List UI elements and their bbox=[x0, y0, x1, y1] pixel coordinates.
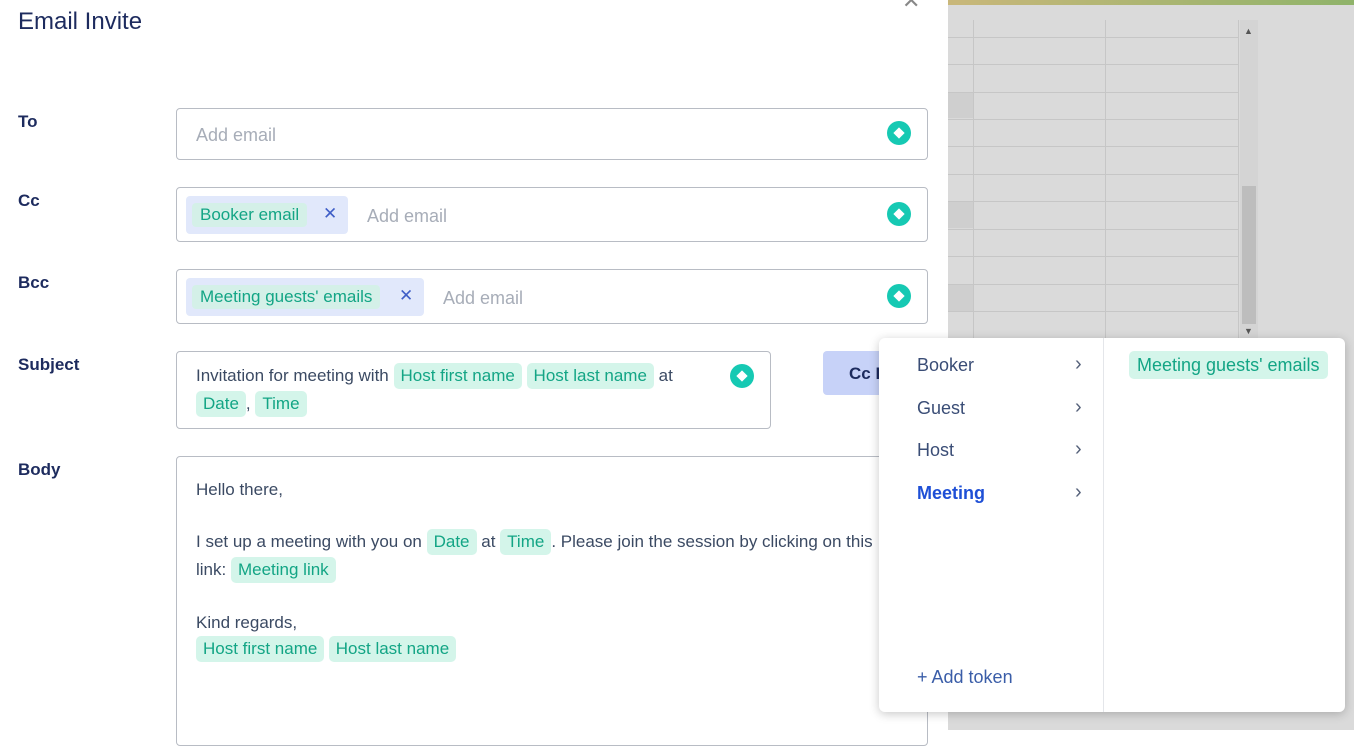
background-grid-line bbox=[948, 174, 1239, 175]
body-token-meeting-link[interactable]: Meeting link bbox=[230, 557, 336, 583]
background-grid-line bbox=[948, 92, 1239, 93]
body-token-time[interactable]: Time bbox=[500, 529, 552, 555]
cc-chip-label: Booker email bbox=[192, 203, 308, 227]
bcc-field[interactable]: Meeting guests' emails ✕ Add email bbox=[176, 269, 928, 324]
background-grid-line bbox=[948, 201, 1239, 202]
chevron-right-icon: › bbox=[1075, 438, 1082, 460]
subject-label: Subject bbox=[18, 355, 80, 374]
body-at: at bbox=[481, 532, 496, 551]
background-grid-line bbox=[948, 64, 1239, 65]
token-category-host[interactable]: Host bbox=[917, 440, 954, 461]
token-menu: Booker › Guest › Host › Meeting › + Add … bbox=[879, 338, 1345, 712]
bcc-placeholder: Add email bbox=[443, 288, 524, 308]
background-grid-line bbox=[948, 256, 1239, 257]
insert-token-icon[interactable] bbox=[887, 121, 911, 145]
background-grid-line bbox=[1238, 20, 1239, 340]
background-grid-line bbox=[948, 119, 1239, 120]
chevron-right-icon: › bbox=[1075, 396, 1082, 418]
background-grid-line bbox=[948, 37, 1239, 38]
body-signature: Host first name Host last name bbox=[196, 636, 457, 662]
body-label: Body bbox=[18, 460, 61, 479]
body-line-prefix: I set up a meeting with you on bbox=[196, 532, 422, 551]
insert-token-icon[interactable] bbox=[730, 364, 754, 388]
insert-token-icon[interactable] bbox=[887, 284, 911, 308]
add-token-button[interactable]: + Add token bbox=[917, 667, 1013, 688]
bcc-chip-label: Meeting guests' emails bbox=[192, 285, 381, 309]
background-grid-line bbox=[948, 146, 1239, 147]
subject-content: Invitation for meeting with Host first n… bbox=[196, 362, 716, 418]
token-category-booker[interactable]: Booker bbox=[917, 355, 974, 376]
body-closing: Kind regards, bbox=[196, 613, 298, 632]
background-grid-line bbox=[948, 284, 1239, 285]
subject-separator: , bbox=[245, 394, 251, 413]
cc-label: Cc bbox=[18, 191, 40, 210]
cc-placeholder: Add email bbox=[367, 206, 448, 226]
background-topbar bbox=[948, 0, 1354, 5]
background-row-shade bbox=[948, 285, 973, 311]
background-grid-line bbox=[973, 20, 974, 340]
body-token-host-first-name[interactable]: Host first name bbox=[196, 636, 325, 662]
subject-token-host-last-name[interactable]: Host last name bbox=[526, 363, 654, 389]
remove-chip-icon[interactable]: ✕ bbox=[399, 286, 413, 306]
to-placeholder: Add email bbox=[196, 125, 277, 145]
subject-token-date[interactable]: Date bbox=[196, 391, 246, 417]
insert-token-icon[interactable] bbox=[887, 202, 911, 226]
body-link-prefix: link: bbox=[196, 560, 227, 579]
to-label: To bbox=[18, 112, 38, 131]
cc-field[interactable]: Booker email ✕ Add email bbox=[176, 187, 928, 242]
email-invite-modal: Email Invite ✕ To Add email Cc Booker em… bbox=[0, 0, 948, 746]
close-icon[interactable]: ✕ bbox=[902, 0, 920, 14]
body-token-date[interactable]: Date bbox=[426, 529, 477, 555]
cc-chip: Booker email ✕ bbox=[186, 196, 348, 234]
body-editor[interactable]: Hello there, I set up a meeting with you… bbox=[176, 456, 928, 746]
background-row-shade bbox=[948, 202, 973, 228]
subject-token-time[interactable]: Time bbox=[255, 391, 307, 417]
background-scrollbar-thumb[interactable] bbox=[1242, 186, 1256, 324]
token-category-meeting[interactable]: Meeting bbox=[917, 483, 985, 504]
body-greeting: Hello there, bbox=[196, 480, 283, 499]
background-grid-line bbox=[948, 229, 1239, 230]
remove-chip-icon[interactable]: ✕ bbox=[323, 204, 337, 224]
modal-title: Email Invite bbox=[18, 8, 143, 35]
scroll-down-arrow-icon[interactable]: ▼ bbox=[1244, 326, 1253, 336]
subject-prefix: Invitation for meeting with bbox=[196, 366, 389, 385]
background-row-shade bbox=[948, 92, 973, 118]
chevron-right-icon: › bbox=[1075, 481, 1082, 503]
token-category-guest[interactable]: Guest bbox=[917, 398, 965, 419]
chevron-right-icon: › bbox=[1075, 353, 1082, 375]
scroll-up-arrow-icon[interactable]: ▲ bbox=[1244, 26, 1253, 36]
menu-divider bbox=[1103, 338, 1104, 712]
token-option-meeting-guests-emails[interactable]: Meeting guests' emails bbox=[1129, 351, 1328, 379]
bcc-chip: Meeting guests' emails ✕ bbox=[186, 278, 424, 316]
bcc-label: Bcc bbox=[18, 273, 50, 292]
background-grid-line bbox=[1105, 20, 1106, 340]
subject-token-host-first-name[interactable]: Host first name bbox=[393, 363, 522, 389]
subject-at: at bbox=[658, 366, 673, 385]
body-line-suffix: . Please join the session by clicking on… bbox=[551, 532, 873, 551]
body-token-host-last-name[interactable]: Host last name bbox=[328, 636, 457, 662]
to-field[interactable]: Add email bbox=[176, 108, 928, 160]
background-grid-line bbox=[948, 311, 1239, 312]
subject-field[interactable]: Invitation for meeting with Host first n… bbox=[176, 351, 771, 429]
body-paragraph: I set up a meeting with you on Date at T… bbox=[196, 528, 896, 584]
